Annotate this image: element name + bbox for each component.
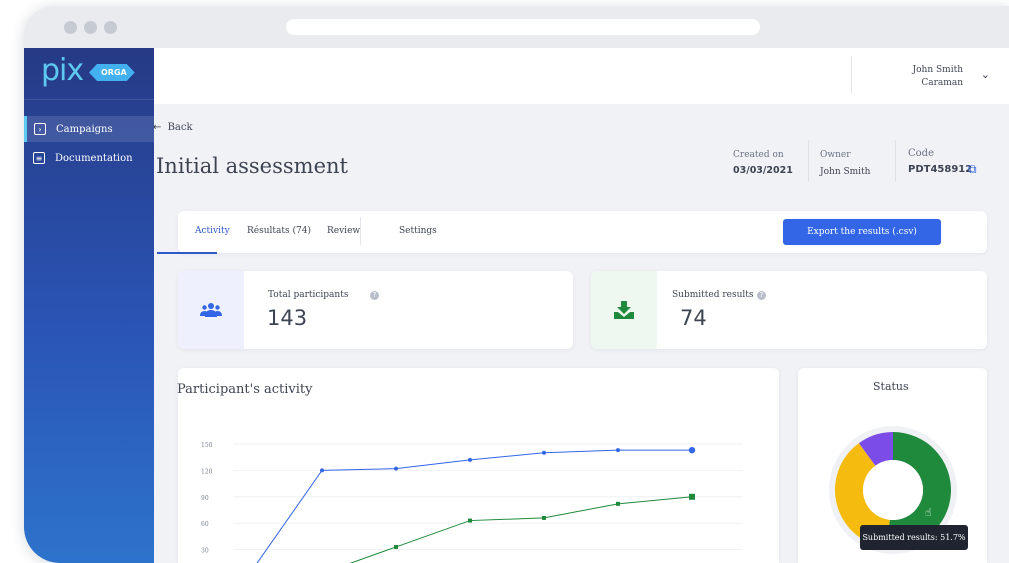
back-label: Back: [167, 122, 193, 133]
data-point[interactable]: [688, 446, 696, 454]
tab-activity[interactable]: Activity: [195, 226, 230, 236]
top-bar: John Smith Caraman ⌄: [154, 48, 1009, 104]
series-line: [256, 449, 692, 563]
user-name: John Smith: [912, 65, 963, 75]
document-icon: ≡: [33, 152, 45, 164]
code-label: Code: [908, 148, 934, 159]
data-point[interactable]: [542, 450, 546, 455]
help-icon[interactable]: ?: [757, 291, 766, 300]
window-dot: [104, 21, 117, 34]
url-bar[interactable]: [286, 19, 760, 35]
tab-results[interactable]: Résultats (74): [247, 226, 311, 236]
y-tick-label: 30: [201, 548, 209, 555]
data-point[interactable]: [468, 518, 472, 523]
arrow-left-icon: ←: [153, 122, 162, 133]
logo-badge: ORGA: [89, 64, 135, 81]
activity-chart-title: Participant's activity: [177, 382, 313, 397]
y-tick-label: 60: [201, 521, 209, 528]
data-point[interactable]: [468, 457, 472, 462]
chevron-right-square-icon: ›: [34, 123, 46, 135]
data-point[interactable]: [394, 466, 398, 471]
divider: [360, 217, 361, 245]
tab-settings[interactable]: Settings: [399, 226, 437, 236]
hand-cursor-icon: ☝: [925, 506, 932, 519]
activity-line-chart: 150 120 90 60 30: [201, 442, 743, 563]
page-title: Initial assessment: [156, 154, 348, 178]
back-link[interactable]: ← Back: [153, 122, 193, 133]
chevron-down-icon[interactable]: ⌄: [981, 68, 990, 81]
data-point[interactable]: [689, 493, 695, 500]
window-dot: [84, 21, 97, 34]
owner-value: John Smith: [820, 167, 871, 177]
y-tick-label: 150: [201, 442, 213, 449]
divider: [851, 56, 852, 94]
sidebar-item-label: Campaigns: [56, 123, 113, 135]
created-label: Created on: [733, 150, 784, 160]
user-organization: Caraman: [921, 78, 963, 88]
data-point[interactable]: [616, 501, 620, 506]
active-tab-indicator: [157, 252, 217, 254]
stat-label: Submitted results: [672, 290, 754, 300]
stat-value: 74: [680, 306, 707, 330]
browser-titlebar: [24, 6, 1009, 48]
stat-label: Total participants: [268, 290, 349, 300]
y-tick-label: 90: [201, 495, 209, 502]
donut-hole: [863, 460, 923, 520]
status-chart-title: Status: [873, 380, 909, 393]
copy-icon[interactable]: ⧉: [968, 162, 977, 177]
owner-label: Owner: [820, 150, 851, 160]
download-tray-icon: [614, 301, 634, 319]
window-dot: [64, 21, 77, 34]
sidebar-item-documentation[interactable]: ≡ Documentation: [24, 145, 154, 171]
code-value: PDT458912: [908, 164, 973, 175]
data-point[interactable]: [542, 515, 546, 520]
users-icon: [200, 303, 222, 317]
sidebar-item-campaigns[interactable]: › Campaigns: [24, 116, 154, 142]
data-point[interactable]: [394, 544, 398, 549]
tab-review[interactable]: Review: [327, 226, 360, 236]
created-value: 03/03/2021: [733, 165, 793, 176]
divider: [895, 140, 896, 182]
export-results-button[interactable]: Export the results (.csv): [783, 219, 941, 245]
series-line: [349, 496, 693, 563]
sidebar-item-label: Documentation: [55, 152, 133, 164]
stat-icon-box: [591, 271, 657, 349]
divider: [808, 140, 809, 182]
y-tick-label: 120: [201, 468, 213, 475]
data-point[interactable]: [320, 468, 324, 473]
help-icon[interactable]: ?: [370, 291, 379, 300]
chart-tooltip: Submitted results: 51.7%: [860, 525, 968, 550]
data-point[interactable]: [616, 448, 620, 453]
stat-value: 143: [267, 306, 308, 330]
user-menu[interactable]: John Smith Caraman: [913, 64, 963, 90]
sidebar: pix ORGA › Campaigns ≡ Documentation: [24, 48, 154, 563]
logo[interactable]: pix ORGA: [24, 48, 154, 100]
logo-word: pix: [41, 53, 84, 88]
stat-icon-box: [178, 271, 244, 349]
